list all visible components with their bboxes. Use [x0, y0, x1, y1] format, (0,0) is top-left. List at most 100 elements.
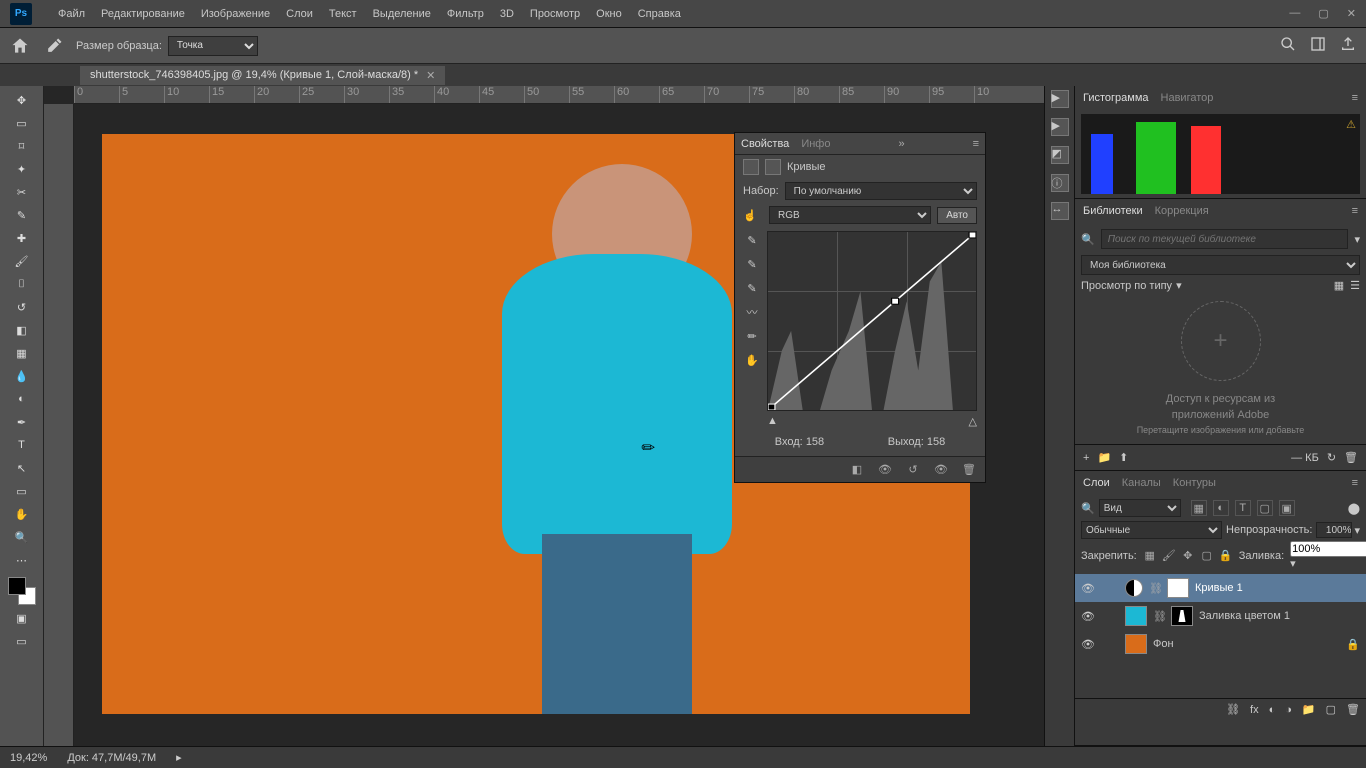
layer-mask-thumb[interactable]: [1167, 578, 1189, 598]
fg-color-swatch[interactable]: [8, 577, 26, 595]
library-drop-zone[interactable]: + Доступ к ресурсам из приложений Adobe …: [1081, 298, 1360, 438]
curve-pencil-icon[interactable]: ✏: [743, 327, 761, 345]
layer-thumb[interactable]: [1125, 634, 1147, 654]
folder-icon[interactable]: 📁: [1097, 451, 1111, 464]
layer-link-icon[interactable]: ⛓: [1149, 582, 1161, 595]
slider-white-icon[interactable]: △: [969, 415, 977, 428]
workspace-icon[interactable]: [1310, 36, 1326, 55]
menu-file[interactable]: Файл: [50, 8, 93, 20]
zoom-readout[interactable]: 19,42%: [10, 752, 47, 764]
channel-select[interactable]: RGB: [769, 206, 931, 224]
layer-row[interactable]: 👁 Фон 🔒: [1075, 630, 1366, 658]
layer-visibility-icon[interactable]: 👁: [1081, 610, 1095, 623]
eyedropper-black-icon[interactable]: ✎: [743, 231, 761, 249]
panel-menu-icon[interactable]: ≡: [973, 138, 979, 150]
filter-toggle-icon[interactable]: ⬤: [1348, 502, 1360, 515]
fill-input[interactable]: [1290, 541, 1366, 557]
layer-row[interactable]: 👁 ⛓ Кривые 1: [1075, 574, 1366, 602]
hand-tool-icon[interactable]: ✋: [11, 504, 33, 524]
collapsed-panel-icon[interactable]: ⓘ: [1051, 174, 1069, 192]
link-layers-icon[interactable]: ⛓: [1226, 703, 1240, 716]
pen-tool-icon[interactable]: ✒: [11, 412, 33, 432]
status-chevron-icon[interactable]: ▸: [176, 751, 182, 764]
magic-wand-tool-icon[interactable]: ✦: [11, 159, 33, 179]
lock-transparency-icon[interactable]: ▦: [1143, 549, 1157, 563]
layer-visibility-icon[interactable]: 👁: [1081, 582, 1095, 595]
gradient-tool-icon[interactable]: ▦: [11, 343, 33, 363]
tab-libraries[interactable]: Библиотеки: [1083, 205, 1143, 217]
curves-graph[interactable]: [767, 231, 977, 411]
opacity-input[interactable]: [1316, 522, 1352, 538]
edit-toolbar-icon[interactable]: ⋯: [11, 550, 33, 570]
layer-name[interactable]: Заливка цветом 1: [1199, 610, 1290, 622]
toggle-visibility-icon[interactable]: 👁: [933, 462, 949, 478]
layer-row[interactable]: 👁 ⛓ Заливка цветом 1: [1075, 602, 1366, 630]
eyedropper-white-icon[interactable]: ✎: [743, 279, 761, 297]
layer-link-icon[interactable]: ⛓: [1153, 610, 1165, 623]
search-icon[interactable]: [1280, 36, 1296, 55]
auto-button[interactable]: Авто: [937, 207, 977, 224]
screenmode-tool-icon[interactable]: ▭: [11, 631, 33, 651]
window-close-icon[interactable]: ✕: [1347, 7, 1356, 20]
slider-black-icon[interactable]: ▲: [767, 415, 778, 428]
layer-mask-thumb[interactable]: [1171, 606, 1193, 626]
lasso-tool-icon[interactable]: ⌑: [11, 136, 33, 156]
chevron-down-icon[interactable]: ▾: [1354, 524, 1360, 537]
delete-icon[interactable]: 🗑: [961, 462, 977, 478]
menu-window[interactable]: Окно: [588, 8, 630, 20]
tab-navigator[interactable]: Навигатор: [1161, 92, 1214, 104]
menu-layers[interactable]: Слои: [278, 8, 321, 20]
filter-shape-icon[interactable]: ▢: [1257, 500, 1273, 516]
library-select[interactable]: Моя библиотека: [1081, 255, 1360, 275]
tab-channels[interactable]: Каналы: [1122, 477, 1161, 489]
menu-select[interactable]: Выделение: [365, 8, 439, 20]
layer-fx-icon[interactable]: fx: [1250, 704, 1259, 716]
marquee-tool-icon[interactable]: ▭: [11, 113, 33, 133]
eyedropper-option-icon[interactable]: [44, 36, 64, 56]
eraser-tool-icon[interactable]: ◧: [11, 320, 33, 340]
menu-3d[interactable]: 3D: [492, 8, 522, 20]
lock-position-icon[interactable]: ✥: [1181, 549, 1195, 563]
collapsed-panel-icon[interactable]: ▶: [1051, 118, 1069, 136]
layer-visibility-icon[interactable]: 👁: [1081, 638, 1095, 651]
delete-layer-icon[interactable]: 🗑: [1346, 703, 1360, 716]
target-adjust-icon[interactable]: ☝: [743, 209, 763, 222]
menu-view[interactable]: Просмотр: [522, 8, 588, 20]
move-tool-icon[interactable]: ✥: [11, 90, 33, 110]
filter-pixel-icon[interactable]: ▦: [1191, 500, 1207, 516]
library-viewby-label[interactable]: Просмотр по типу: [1081, 280, 1172, 292]
close-tab-icon[interactable]: ✕: [426, 69, 435, 82]
collapsed-panel-icon[interactable]: ↔: [1051, 202, 1069, 220]
tab-correction[interactable]: Коррекция: [1155, 205, 1209, 217]
mask-icon[interactable]: [765, 159, 781, 175]
tab-layers[interactable]: Слои: [1083, 477, 1110, 489]
blend-mode-select[interactable]: Обычные: [1081, 521, 1222, 539]
clip-to-layer-icon[interactable]: ◧: [849, 462, 865, 478]
tab-properties[interactable]: Свойства: [741, 138, 789, 150]
filter-smart-icon[interactable]: ▣: [1279, 500, 1295, 516]
trash-icon[interactable]: 🗑: [1344, 451, 1358, 464]
type-tool-icon[interactable]: T: [11, 435, 33, 455]
shape-tool-icon[interactable]: ▭: [11, 481, 33, 501]
eyedropper-gray-icon[interactable]: ✎: [743, 255, 761, 273]
share-icon[interactable]: [1340, 36, 1356, 55]
layer-name[interactable]: Фон: [1153, 638, 1174, 650]
filter-type-icon[interactable]: T: [1235, 500, 1251, 516]
home-icon[interactable]: [10, 36, 30, 56]
collapse-icon[interactable]: »: [898, 138, 904, 150]
lock-artboard-icon[interactable]: ▢: [1200, 549, 1214, 563]
lock-all-icon[interactable]: 🔒: [1219, 549, 1233, 563]
curve-smooth-icon[interactable]: 〰: [743, 303, 761, 321]
grid-view-icon[interactable]: ▦: [1334, 279, 1344, 292]
path-select-tool-icon[interactable]: ↖: [11, 458, 33, 478]
menu-type[interactable]: Текст: [321, 8, 365, 20]
new-group-icon[interactable]: 📁: [1302, 703, 1316, 716]
layer-name[interactable]: Кривые 1: [1195, 582, 1243, 594]
stamp-tool-icon[interactable]: ⌷: [11, 274, 33, 294]
tab-info[interactable]: Инфо: [801, 138, 830, 150]
sync-icon[interactable]: ↻: [1327, 451, 1336, 464]
upload-icon[interactable]: ⬆: [1119, 451, 1128, 464]
window-maximize-icon[interactable]: ▢: [1318, 7, 1328, 20]
menu-filter[interactable]: Фильтр: [439, 8, 492, 20]
layer-fill-thumb[interactable]: [1125, 606, 1147, 626]
